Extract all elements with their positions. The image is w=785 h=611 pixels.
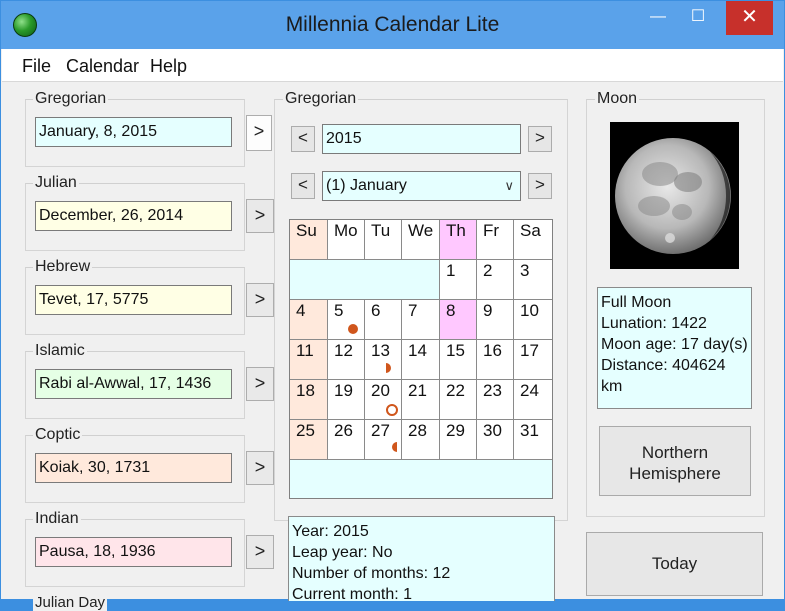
menu-calendar[interactable]: Calendar [66, 56, 139, 77]
day-cell[interactable]: 9 [477, 300, 514, 340]
year-info-line: Year: 2015 [292, 523, 369, 540]
day-cell[interactable]: 14 [402, 340, 440, 380]
next-year-button[interactable]: > [528, 126, 552, 152]
weekday-saturday: Sa [514, 220, 552, 260]
moon-age-text: Moon age: 17 day(s) [601, 336, 748, 353]
menu-file[interactable]: File [22, 56, 51, 77]
islamic-label: Islamic [33, 342, 87, 360]
day-cell[interactable]: 11 [290, 340, 328, 380]
hebrew-label: Hebrew [33, 258, 93, 276]
full-moon-icon [348, 324, 358, 334]
center-gregorian-label: Gregorian [283, 90, 359, 108]
empty-days [290, 260, 440, 300]
julian-go-button[interactable]: > [246, 199, 274, 233]
day-cell[interactable]: 15 [440, 340, 477, 380]
day-cell[interactable]: 10 [514, 300, 552, 340]
year-field[interactable]: 2015 [322, 124, 521, 154]
day-cell[interactable]: 19 [328, 380, 365, 420]
day-cell[interactable]: 1 [440, 260, 477, 300]
hebrew-date-field[interactable]: Tevet, 17, 5775 [35, 285, 232, 315]
islamic-date-field[interactable]: Rabi al-Awwal, 17, 1436 [35, 369, 232, 399]
indian-date-field[interactable]: Pausa, 18, 1936 [35, 537, 232, 567]
julian-day-label: Julian Day [33, 594, 108, 611]
coptic-go-button[interactable]: > [246, 451, 274, 485]
day-cell[interactable]: 28 [402, 420, 440, 460]
day-cell[interactable]: 4 [290, 300, 328, 340]
maximize-button[interactable]: ☐ [681, 1, 715, 35]
day-cell[interactable]: 31 [514, 420, 552, 460]
month-select[interactable]: (1) January ∨ [322, 171, 521, 201]
moon-info-box: Full Moon Lunation: 1422 Moon age: 17 da… [597, 287, 752, 409]
moon-phase-icon [615, 138, 731, 254]
weekday-monday: Mo [328, 220, 365, 260]
leap-year-info-line: Leap year: No [292, 544, 393, 561]
prev-month-button[interactable]: < [291, 173, 315, 199]
indian-label: Indian [33, 510, 81, 528]
day-cell[interactable]: 25 [290, 420, 328, 460]
coptic-label: Coptic [33, 426, 83, 444]
day-cell[interactable]: 22 [440, 380, 477, 420]
menu-bar: File Calendar Help [2, 49, 783, 82]
weekday-friday: Fr [477, 220, 514, 260]
day-cell[interactable]: 26 [328, 420, 365, 460]
indian-go-button[interactable]: > [246, 535, 274, 569]
moon-phase-text: Full Moon [601, 294, 672, 311]
day-cell[interactable]: 12 [328, 340, 365, 380]
year-info-box: Year: 2015 Leap year: No Number of month… [288, 516, 555, 603]
day-cell[interactable]: 17 [514, 340, 552, 380]
day-cell[interactable]: 21 [402, 380, 440, 420]
islamic-go-button[interactable]: > [246, 367, 274, 401]
moon-label: Moon [595, 90, 640, 108]
day-cell[interactable]: 29 [440, 420, 477, 460]
day-cell[interactable]: 24 [514, 380, 552, 420]
hemisphere-line1: Northern [641, 443, 709, 462]
day-cell-selected[interactable]: 8 [440, 300, 477, 340]
new-moon-icon [386, 404, 398, 416]
chevron-down-icon: ∨ [504, 178, 514, 193]
moon-distance-text: Distance: 404624 km [601, 357, 726, 395]
moon-image [610, 122, 739, 269]
gregorian-date-field[interactable]: January, 8, 2015 [35, 117, 232, 147]
current-month-info-line: Current month: 1 [292, 586, 413, 603]
weekday-thursday: Th [440, 220, 477, 260]
first-quarter-moon-icon [392, 442, 397, 452]
prev-year-button[interactable]: < [291, 126, 315, 152]
day-cell[interactable]: 3 [514, 260, 552, 300]
menu-help[interactable]: Help [150, 56, 187, 77]
day-cell[interactable]: 27 [365, 420, 402, 460]
day-cell[interactable]: 16 [477, 340, 514, 380]
weekday-tuesday: Tu [365, 220, 402, 260]
today-button[interactable]: Today [586, 532, 763, 596]
last-quarter-moon-icon [386, 363, 391, 373]
day-cell[interactable]: 6 [365, 300, 402, 340]
day-cell[interactable]: 20 [365, 380, 402, 420]
title-bar: Millennia Calendar Lite — ☐ ✕ [1, 1, 784, 49]
hemisphere-button[interactable]: Northern Hemisphere [599, 426, 751, 496]
minimize-button[interactable]: — [641, 1, 675, 35]
coptic-date-field[interactable]: Koiak, 30, 1731 [35, 453, 232, 483]
app-window: Millennia Calendar Lite — ☐ ✕ File Calen… [0, 0, 785, 611]
day-cell[interactable]: 23 [477, 380, 514, 420]
day-cell[interactable]: 7 [402, 300, 440, 340]
day-cell[interactable]: 5 [328, 300, 365, 340]
months-info-line: Number of months: 12 [292, 565, 451, 582]
day-cell[interactable]: 18 [290, 380, 328, 420]
gregorian-label: Gregorian [33, 90, 109, 108]
julian-label: Julian [33, 174, 79, 192]
day-cell[interactable]: 13 [365, 340, 402, 380]
weekday-sunday: Su [290, 220, 328, 260]
hemisphere-line2: Hemisphere [629, 464, 721, 483]
close-button[interactable]: ✕ [726, 1, 773, 35]
weekday-wednesday: We [402, 220, 440, 260]
day-cell[interactable]: 30 [477, 420, 514, 460]
lunation-text: Lunation: 1422 [601, 315, 707, 332]
julian-date-field[interactable]: December, 26, 2014 [35, 201, 232, 231]
day-cell[interactable]: 2 [477, 260, 514, 300]
calendar-grid: Su Mo Tu We Th Fr Sa 1 2 3 4 5 6 7 8 9 1… [289, 219, 553, 499]
month-select-value: (1) January [326, 177, 407, 194]
hebrew-go-button[interactable]: > [246, 283, 274, 317]
gregorian-go-button[interactable]: > [246, 115, 272, 151]
next-month-button[interactable]: > [528, 173, 552, 199]
